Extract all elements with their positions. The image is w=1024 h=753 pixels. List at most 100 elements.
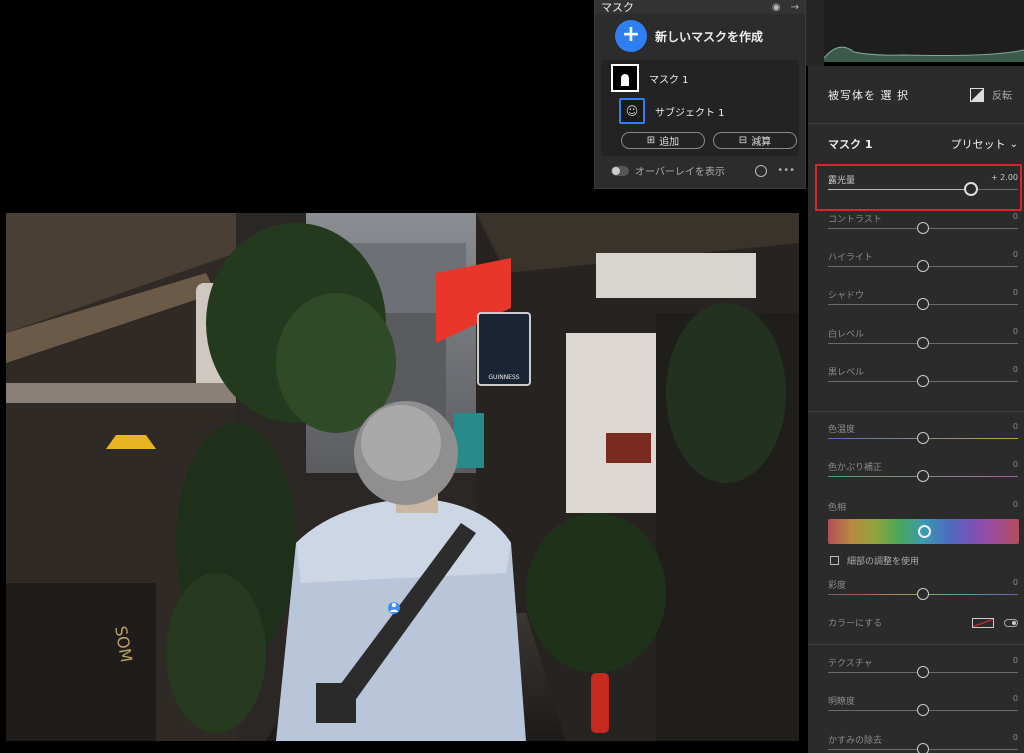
guinness-sign-text: GUINNESS [488, 374, 519, 381]
colorize-row: カラーにする [828, 616, 1018, 629]
subject-icon: ☺ [619, 98, 645, 124]
slider-knob[interactable] [917, 704, 929, 716]
slider-right_panel-sliders_lower-1[interactable]: 明瞭度 0 [828, 694, 1018, 730]
mask-item-label: サブジェクト 1 [655, 107, 725, 119]
mask-panel-header: マスク ◉ → [595, 0, 805, 14]
slider-label: 色温度 [828, 425, 856, 435]
overlay-row: オーバーレイを表示 ••• [611, 163, 795, 178]
saturation-label: 彩度 [828, 581, 847, 591]
hue-label: 色相 [828, 503, 847, 513]
slider-label: テクスチャ [828, 659, 873, 669]
select-subject-row: 被写体を 選 択 反転 [808, 66, 1024, 124]
add-button[interactable]: ⊞ 追加 [621, 132, 705, 149]
mask-thumbnail [611, 64, 639, 92]
mask-panel: マスク ◉ → + 新しいマスクを作成 マスク 1 ☺ サブジェクト 1 ⊞ 追… [594, 0, 806, 189]
slider-value: 0 [1012, 656, 1018, 665]
eye-icon[interactable]: ◉ [772, 2, 781, 13]
mask-item-label: マスク 1 [649, 74, 689, 86]
arrow-right-icon[interactable]: → [791, 2, 799, 13]
saturation-slider[interactable]: 彩度 0 [828, 578, 1018, 614]
mask-item-mask-1[interactable]: マスク 1 [611, 64, 689, 92]
slider-knob[interactable] [917, 666, 929, 678]
mask-item-subject-1[interactable]: ☺ サブジェクト 1 [619, 98, 725, 124]
slider-label: 露光量 [828, 176, 856, 186]
invert-label[interactable]: 反転 [992, 87, 1012, 102]
plus-icon[interactable]: + [615, 20, 647, 52]
slider-knob[interactable] [917, 470, 929, 482]
slider-right_panel-sliders_lower-2[interactable]: かすみの除去 0 [828, 733, 1018, 753]
hue-slider-knob[interactable] [917, 525, 931, 538]
slider-value: 0 [1012, 288, 1018, 297]
create-new-mask-button[interactable]: + 新しいマスクを作成 [595, 14, 805, 58]
fine-adjust-label: 細部の調整を使用 [847, 557, 920, 567]
slider-right_panel-sliders-6[interactable]: 色温度 0 [828, 422, 1018, 458]
colorize-swatch[interactable] [972, 617, 994, 628]
divider [808, 644, 1024, 645]
slider-value: + 2.00 [990, 173, 1018, 182]
overlay-toggle[interactable] [611, 165, 629, 176]
overlay-label: オーバーレイを表示 [635, 167, 725, 178]
fine-adjust-row[interactable]: 細部の調整を使用 [830, 554, 919, 567]
slider-knob[interactable] [917, 222, 929, 234]
colorize-toggle[interactable] [1004, 618, 1018, 627]
saturation-value: 0 [1012, 578, 1018, 587]
histogram [824, 0, 1024, 62]
slider-value: 0 [1012, 212, 1018, 221]
fine-adjust-checkbox[interactable] [830, 556, 839, 565]
hue-value: 0 [1012, 500, 1018, 509]
subtract-icon: ⊟ [738, 135, 748, 146]
add-icon: ⊞ [646, 135, 656, 146]
histogram-frame [806, 0, 824, 66]
create-new-mask-label: 新しいマスクを作成 [655, 29, 764, 44]
adjustments-panel: 被写体を 選 択 反転 マスク 1 プリセット ⌄ 露光量 + 2.00 コントラス… [808, 66, 1024, 753]
slider-knob[interactable] [917, 337, 929, 349]
slider-knob[interactable] [917, 743, 929, 753]
slider-label: 色かぶり補正 [828, 463, 883, 473]
mask-list: マスク 1 ☺ サブジェクト 1 ⊞ 追加 ⊟ 減算 [601, 60, 799, 156]
slider-label: シャドウ [828, 291, 865, 301]
select-subject-button[interactable]: 被写体を 選 択 [828, 87, 970, 103]
slider-right_panel-sliders-2[interactable]: ハイライト 0 [828, 250, 1018, 286]
slider-label: 明瞭度 [828, 697, 856, 707]
subject-pin-icon[interactable] [388, 602, 400, 614]
slider-knob[interactable] [917, 375, 929, 387]
slider-value: 0 [1012, 460, 1018, 469]
slider-value: 0 [1012, 422, 1018, 431]
invert-icon[interactable] [970, 87, 984, 102]
slider-value: 0 [1012, 250, 1018, 259]
divider [808, 411, 1024, 412]
mask-panel-title: マスク [601, 1, 634, 14]
slider-right_panel-sliders-1[interactable]: コントラスト 0 [828, 212, 1018, 248]
slider-label: 黒レベル [828, 368, 865, 378]
subtract-label: 減算 [751, 137, 772, 148]
slider-right_panel-sliders_lower-0[interactable]: テクスチャ 0 [828, 656, 1018, 692]
photo-canvas[interactable]: SOM GUINNESS [6, 213, 799, 741]
slider-knob[interactable] [963, 182, 978, 196]
more-options-icon[interactable]: ••• [777, 165, 795, 176]
mask-name: マスク 1 [828, 138, 873, 151]
slider-right_panel-sliders-5[interactable]: 黒レベル 0 [828, 365, 1018, 401]
add-label: 追加 [659, 137, 680, 148]
slider-label: ハイライト [828, 253, 873, 263]
mask-header-row: マスク 1 プリセット ⌄ [808, 134, 1024, 154]
slider-right_panel-sliders-0[interactable]: 露光量 + 2.00 [828, 173, 1018, 209]
subtract-button[interactable]: ⊟ 減算 [713, 132, 797, 149]
slider-value: 0 [1012, 694, 1018, 703]
slider-fill [828, 189, 971, 190]
presets-dropdown[interactable]: プリセット [951, 136, 1006, 152]
saturation-knob[interactable] [917, 588, 929, 600]
slider-right_panel-sliders-7[interactable]: 色かぶり補正 0 [828, 460, 1018, 496]
slider-value: 0 [1012, 327, 1018, 336]
slider-knob[interactable] [917, 432, 929, 444]
overlay-color-icon[interactable] [755, 164, 768, 177]
colorize-label: カラーにする [828, 619, 883, 629]
chevron-down-icon[interactable]: ⌄ [1010, 139, 1018, 150]
slider-value: 0 [1012, 733, 1018, 742]
slider-label: かすみの除去 [828, 736, 883, 746]
slider-knob[interactable] [917, 260, 929, 272]
slider-right_panel-sliders-4[interactable]: 白レベル 0 [828, 327, 1018, 363]
slider-right_panel-sliders-3[interactable]: シャドウ 0 [828, 288, 1018, 324]
slider-label: コントラスト [828, 215, 882, 225]
slider-label: 白レベル [828, 330, 865, 340]
slider-knob[interactable] [917, 298, 929, 310]
